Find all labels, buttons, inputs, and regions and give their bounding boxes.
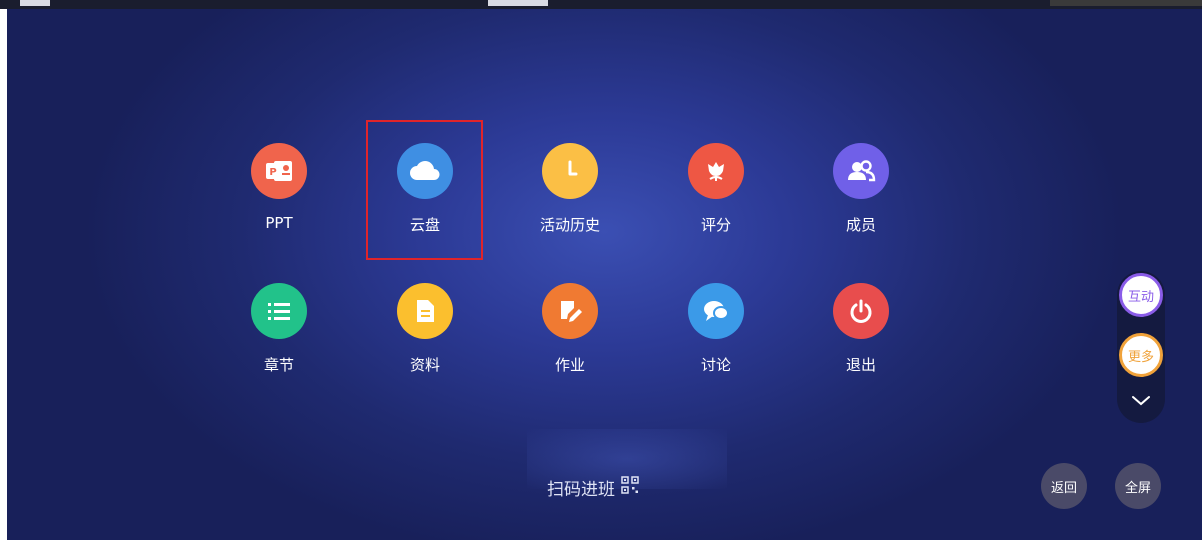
menu-item-discussion[interactable]: 讨论 [661,283,771,375]
list-icon [251,283,307,339]
menu-item-rating[interactable]: 评分 [661,143,771,235]
menu-item-label: 作业 [554,356,585,374]
menu-item-ppt[interactable]: P PPT [224,143,334,232]
menu-item-label: 成员 [845,216,876,234]
svg-text:P: P [269,167,276,178]
menu-item-label: PPT [265,214,293,232]
scan-to-join[interactable]: 扫码进班 [547,475,667,500]
menu-item-label: 活动历史 [539,216,600,234]
chat-icon [688,283,744,339]
power-icon [833,283,889,339]
back-button[interactable]: 返回 [1041,463,1087,509]
edit-icon [542,283,598,339]
fullscreen-button[interactable]: 全屏 [1115,463,1161,509]
qr-code-icon [621,476,639,499]
menu-item-label: 讨论 [700,356,731,374]
menu-item-label: 资料 [409,356,440,374]
menu-item-materials[interactable]: 资料 [370,283,480,375]
flower-icon [688,143,744,199]
document-icon [397,283,453,339]
scan-to-join-label: 扫码进班 [547,480,615,500]
menu-item-homework[interactable]: 作业 [515,283,625,375]
menu-item-label: 章节 [263,356,294,374]
menu-item-activity-history[interactable]: 活动历史 [515,143,625,235]
window-titlebar [0,0,1202,9]
menu-item-label: 退出 [845,356,876,374]
selection-highlight [366,120,483,260]
menu-item-exit[interactable]: 退出 [806,283,916,375]
side-toolbar: 互动 更多 [1117,271,1165,423]
ppt-icon: P [251,143,307,199]
classroom-panel: P PPT 云盘 活动历史 评分 成员 章节 资料 作业 讨论 退出 扫码进班 … [7,9,1202,540]
chevron-down-icon[interactable] [1131,393,1151,409]
menu-item-members[interactable]: 成员 [806,143,916,235]
clock-icon [542,143,598,199]
menu-item-label: 评分 [700,216,731,234]
more-button[interactable]: 更多 [1119,333,1163,377]
interact-button[interactable]: 互动 [1119,273,1163,317]
menu-item-chapters[interactable]: 章节 [224,283,334,375]
members-icon [833,143,889,199]
